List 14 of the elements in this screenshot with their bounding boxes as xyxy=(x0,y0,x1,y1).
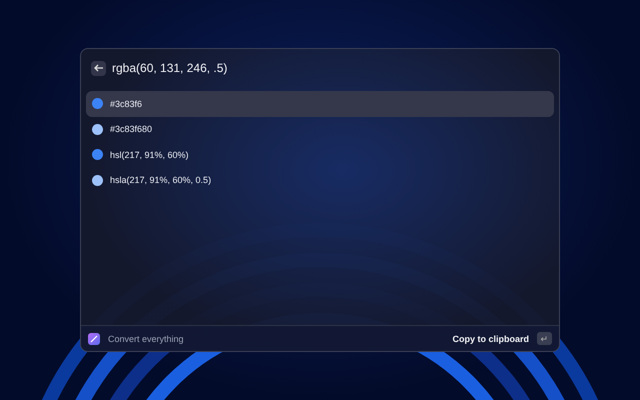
left-arrow-icon xyxy=(94,64,104,72)
back-button[interactable] xyxy=(91,60,106,76)
color-value: #3c83f680 xyxy=(110,124,152,134)
search-field[interactable]: rgba(60, 131, 246, .5) xyxy=(112,61,549,75)
result-item[interactable]: #3c83f680 xyxy=(86,116,554,142)
enter-key-hint: ↵ xyxy=(537,332,552,345)
color-value: hsla(217, 91%, 60%, 0.5) xyxy=(110,175,212,186)
color-value: #3c83f6 xyxy=(110,98,142,109)
result-item[interactable]: hsl(217, 91%, 60%) xyxy=(86,142,554,168)
command-label: Convert everything xyxy=(108,334,184,344)
copy-button[interactable]: Copy to clipboard xyxy=(452,334,529,344)
result-item[interactable]: hsla(217, 91%, 60%, 0.5) xyxy=(86,168,554,193)
result-item[interactable]: #3c83f6 xyxy=(86,91,554,116)
color-value: hsl(217, 91%, 60%) xyxy=(110,150,189,160)
